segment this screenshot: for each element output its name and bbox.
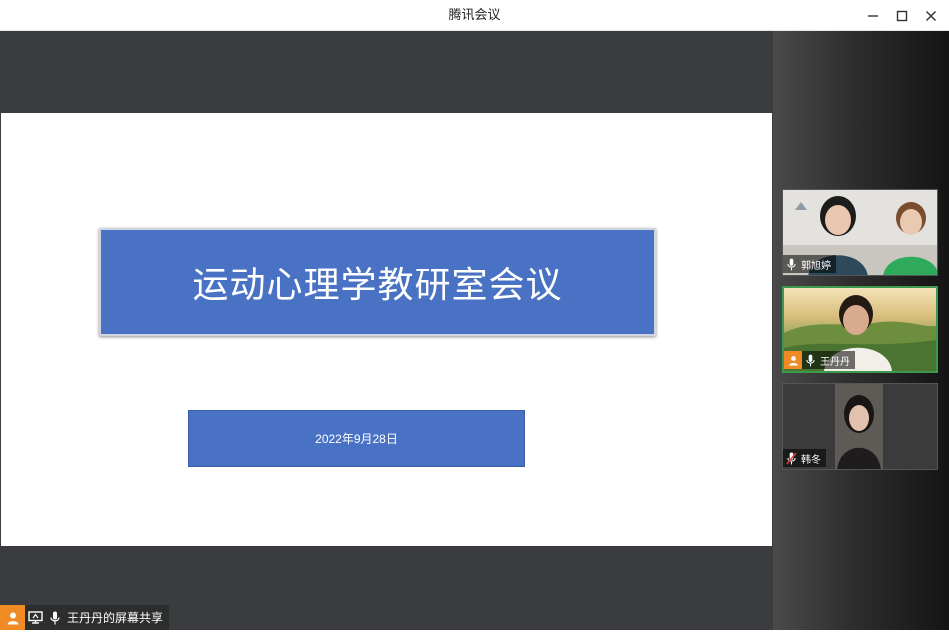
participant-name: 韩冬 bbox=[801, 454, 821, 466]
window-title: 腾讯会议 bbox=[448, 8, 501, 23]
slide-title: 运动心理学教研室会议 bbox=[192, 265, 563, 306]
participant-name-bar: 王丹丹 bbox=[784, 351, 855, 369]
participant-video bbox=[835, 384, 883, 469]
participant-tile[interactable]: 郭旭婷 bbox=[782, 189, 938, 276]
participant-tile-active[interactable]: 王丹丹 bbox=[782, 286, 938, 373]
screen-share-icon bbox=[25, 605, 45, 630]
presentation-slide: 运动心理学教研室会议 2022年9月28日 bbox=[1, 113, 772, 546]
screen-share-status[interactable]: 王丹丹的屏幕共享 bbox=[0, 605, 170, 630]
title-bar: 腾讯会议 bbox=[0, 0, 949, 31]
slide-date: 2022年9月28日 bbox=[315, 432, 398, 446]
participant-name-bar: 郭旭婷 bbox=[783, 255, 836, 273]
minimize-icon bbox=[868, 14, 878, 17]
participant-name: 郭旭婷 bbox=[801, 260, 831, 272]
host-icon bbox=[0, 605, 25, 630]
screen-share-label: 王丹丹的屏幕共享 bbox=[67, 611, 164, 625]
participant-name: 王丹丹 bbox=[820, 356, 850, 368]
microphone-icon bbox=[45, 605, 65, 630]
participant-panel: 郭旭婷 王丹丹 韩冬 bbox=[773, 31, 949, 630]
host-icon bbox=[784, 351, 802, 369]
participant-tile[interactable]: 韩冬 bbox=[782, 383, 938, 470]
shared-screen-area: 运动心理学教研室会议 2022年9月28日 bbox=[0, 31, 773, 630]
close-button[interactable] bbox=[914, 0, 948, 31]
microphone-icon bbox=[802, 351, 818, 369]
participant-name-bar: 韩冬 bbox=[783, 449, 826, 467]
slide-date-box: 2022年9月28日 bbox=[188, 410, 525, 467]
slide-title-box: 运动心理学教研室会议 bbox=[99, 228, 656, 336]
microphone-icon bbox=[783, 255, 799, 273]
microphone-muted-icon bbox=[783, 449, 799, 467]
maximize-icon bbox=[896, 10, 908, 21]
close-icon bbox=[926, 10, 936, 21]
